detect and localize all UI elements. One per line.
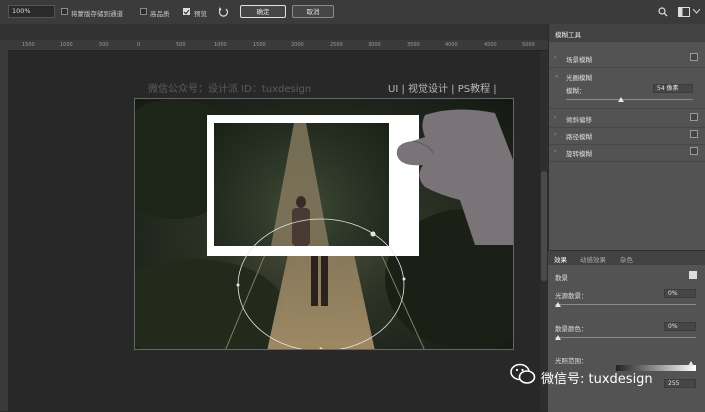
blur-item-checkbox[interactable] <box>690 71 698 79</box>
high-quality-checkbox[interactable] <box>140 8 147 15</box>
ruler-tick: 1500 <box>253 42 266 48</box>
workspace-icon[interactable] <box>678 7 690 17</box>
light-bokeh-slider-knob[interactable] <box>555 302 561 307</box>
ruler-tick: 1000 <box>214 42 227 48</box>
bokeh-color-slider[interactable] <box>555 337 696 338</box>
reset-icon[interactable] <box>218 6 229 17</box>
vertical-ruler <box>0 50 8 411</box>
ruler-tick: 1500 <box>22 42 35 48</box>
blur-item-field[interactable]: › 场景模糊 <box>549 48 705 68</box>
wechat-icon <box>510 363 536 384</box>
effects-tab-bar: 效果 动感效果 杂色 <box>548 251 705 265</box>
bokeh-color-label: 散景颜色： <box>555 325 588 333</box>
blur-item-label: 倾斜偏移 <box>566 116 592 124</box>
effects-panel: 效果 动感效果 杂色 散景 光源散景： 0% 散景颜色： 0% 光照范围： 25… <box>548 250 705 412</box>
ok-button[interactable]: 确定 <box>240 5 286 18</box>
blur-item-label: 路径模糊 <box>566 133 592 141</box>
blur-item-iris[interactable]: ⌄ 光圈模糊 模糊： 54 像素 <box>549 68 705 109</box>
light-range-slider-knob[interactable] <box>688 361 694 366</box>
preview-checkbox[interactable] <box>183 8 190 15</box>
ruler-tick: 3000 <box>368 42 381 48</box>
bokeh-label: 散景 <box>555 274 568 282</box>
vertical-scrollbar[interactable] <box>540 51 548 411</box>
ruler-tick: 500 <box>176 42 186 48</box>
document-tab-strip <box>0 24 548 41</box>
iris-handle[interactable] <box>319 347 323 351</box>
blur-item-spin[interactable]: › 旋转模糊 <box>549 142 705 162</box>
iris-blur-label: 模糊： <box>566 87 586 95</box>
bokeh-checkbox[interactable] <box>689 271 697 279</box>
save-mask-checkbox[interactable] <box>61 8 68 15</box>
iris-handle[interactable] <box>402 277 406 281</box>
blur-item-label: 旋转模糊 <box>566 150 592 158</box>
iris-blur-value[interactable]: 54 像素 <box>653 84 693 93</box>
iris-handle[interactable] <box>370 231 376 237</box>
iris-blur-guide[interactable] <box>135 99 514 350</box>
chevron-right-icon[interactable]: › <box>554 148 556 155</box>
ruler-tick: 5000 <box>522 42 535 48</box>
chevron-down-icon[interactable]: ⌄ <box>554 72 559 79</box>
horizontal-ruler: 1500 1000 500 0 500 1000 1500 2000 2500 … <box>0 40 548 51</box>
iris-blur-slider-knob[interactable] <box>618 97 624 102</box>
chevron-right-icon[interactable]: › <box>554 54 556 61</box>
zoom-field[interactable]: 100% <box>8 5 55 18</box>
ruler-tick: 2500 <box>330 42 343 48</box>
ruler-tick: 0 <box>137 42 141 48</box>
search-icon[interactable] <box>658 7 668 17</box>
iris-handle[interactable] <box>236 283 240 287</box>
tab-effects[interactable]: 效果 <box>554 254 567 264</box>
iris-blur-slider[interactable] <box>566 99 693 100</box>
ruler-tick: 1000 <box>60 42 73 48</box>
blur-item-label: 场景模糊 <box>566 56 592 64</box>
bokeh-color-value[interactable]: 0% <box>664 322 696 331</box>
blur-item-checkbox[interactable] <box>690 147 698 155</box>
ruler-tick: 2000 <box>291 42 304 48</box>
light-bokeh-slider[interactable] <box>555 304 696 305</box>
panel-title: 模糊工具 <box>555 31 581 39</box>
tab-motion-effects[interactable]: 动感效果 <box>580 254 606 264</box>
preview-label: 预览 <box>194 10 207 18</box>
bokeh-color-slider-knob[interactable] <box>555 335 561 340</box>
blur-item-checkbox[interactable] <box>690 113 698 121</box>
ruler-tick: 4500 <box>484 42 497 48</box>
footer-watermark-text: 微信号: tuxdesign <box>541 372 653 387</box>
panel-header: 模糊工具 <box>549 24 705 42</box>
zoom-value: 100% <box>12 7 31 15</box>
blur-item-checkbox[interactable] <box>690 130 698 138</box>
ruler-tick: 500 <box>99 42 109 48</box>
scrollbar-thumb[interactable] <box>541 171 547 281</box>
light-bokeh-value[interactable]: 0% <box>664 289 696 298</box>
blur-item-label: 光圈模糊 <box>566 74 592 82</box>
cancel-button[interactable]: 取消 <box>292 5 334 18</box>
watermark-tags: UI | 视觉设计 | PS教程 | <box>388 84 497 95</box>
blur-item-checkbox[interactable] <box>690 53 698 61</box>
light-range-value[interactable]: 255 <box>664 379 696 388</box>
options-bar: 100% 将蒙版存储到通道 高品质 预览 确定 取消 <box>0 0 705 25</box>
chevron-right-icon[interactable]: › <box>554 114 556 121</box>
high-quality-label: 高品质 <box>150 10 170 18</box>
light-bokeh-label: 光源散景： <box>555 292 588 300</box>
save-mask-label: 将蒙版存储到通道 <box>71 10 123 18</box>
watermark-text: 微信公众号：设计派 ID：tuxdesign <box>148 84 312 95</box>
chevron-down-icon[interactable] <box>693 9 700 14</box>
chevron-right-icon[interactable]: › <box>554 131 556 138</box>
ruler-tick: 4000 <box>445 42 458 48</box>
tab-noise[interactable]: 杂色 <box>620 254 633 264</box>
ruler-tick: 3500 <box>407 42 420 48</box>
document-image[interactable] <box>134 98 514 350</box>
light-range-label: 光照范围： <box>555 357 588 365</box>
